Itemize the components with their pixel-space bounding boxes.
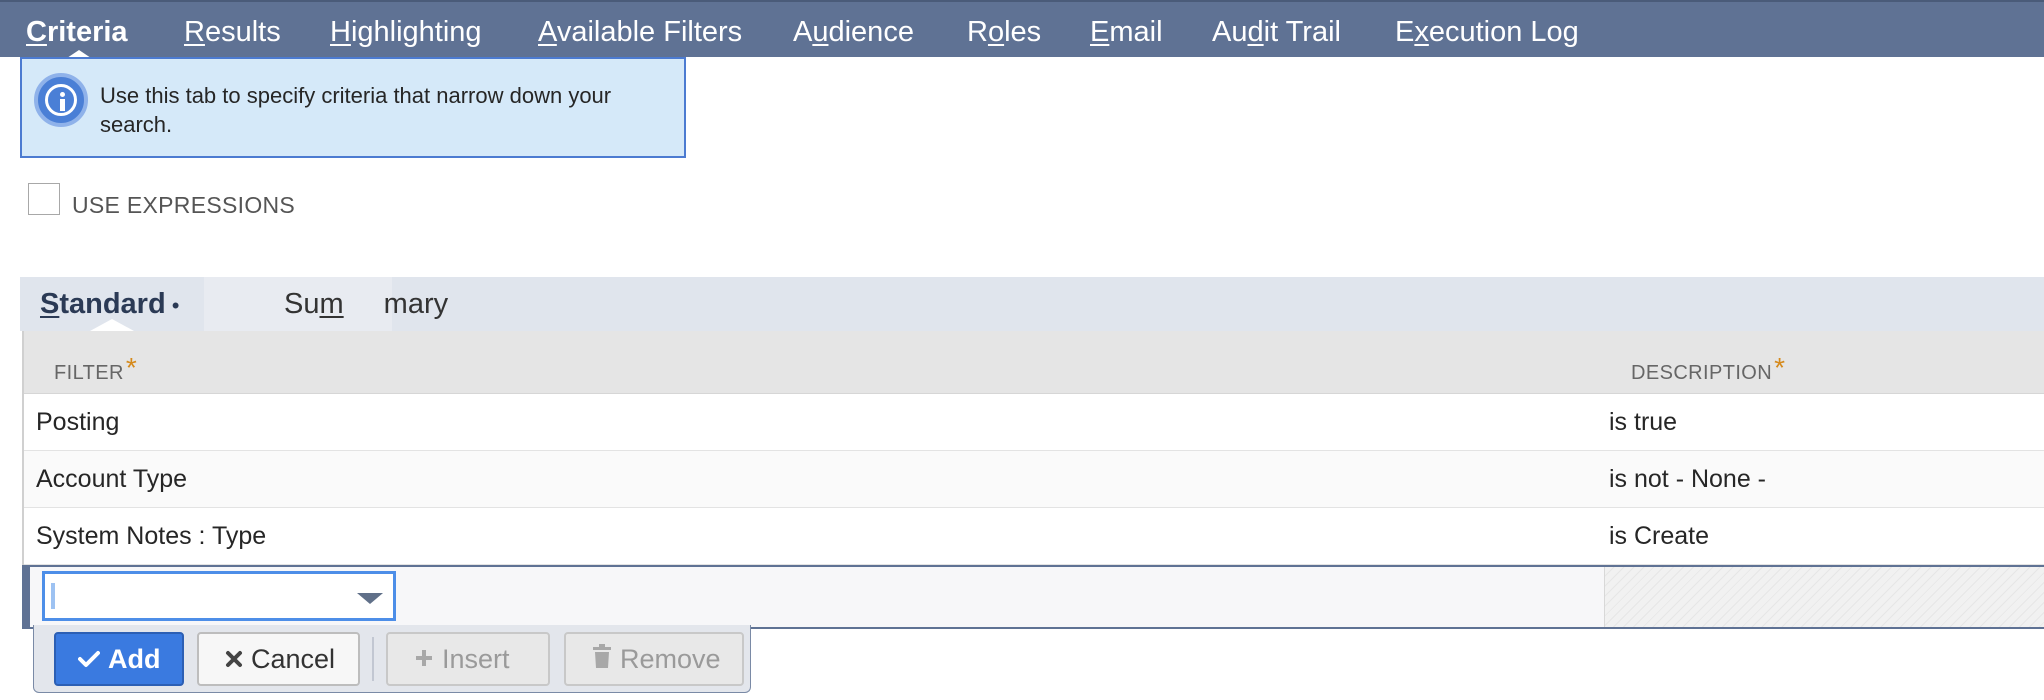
table-row[interactable]: Posting is true xyxy=(24,394,2044,451)
row-action-bar: Add Cancel Insert Remove xyxy=(33,625,751,693)
filter-cell: System Notes : Type xyxy=(36,522,267,550)
column-header-filter: FILTER* xyxy=(54,352,138,386)
active-subtab-caret xyxy=(90,319,134,331)
tab-highlighting[interactable]: Highlighting xyxy=(330,14,482,50)
description-cell: is true xyxy=(1609,408,1678,436)
criteria-subtabs: Standard • Sum mary xyxy=(20,277,2044,331)
add-button[interactable]: Add xyxy=(54,632,184,686)
tab-criteria[interactable]: Criteria xyxy=(26,14,128,50)
subtab-summary-label: mary xyxy=(383,288,449,320)
tab-execution-log-label: ecution Log xyxy=(1428,16,1579,48)
button-separator xyxy=(372,637,374,681)
text-cursor xyxy=(51,583,55,609)
subtab-summary-label-pre: Su xyxy=(284,288,320,320)
info-message-text: Use this tab to specify criteria that na… xyxy=(100,83,612,137)
tab-roles-accesskey: o xyxy=(987,16,1005,48)
tab-execution-log-label-pre: E xyxy=(1395,16,1415,48)
tab-roles[interactable]: Roles xyxy=(967,14,1041,50)
tab-audit-trail-label: it Trail xyxy=(1263,16,1341,48)
tab-email-accesskey: E xyxy=(1090,16,1110,48)
tab-audience-label-pre: A xyxy=(793,16,813,48)
column-header-filter-label: FILTER xyxy=(54,362,124,384)
tab-available-filters[interactable]: Available Filters xyxy=(538,14,742,50)
subtab-standard-label: tandard xyxy=(59,288,166,320)
column-header-description-label: DESCRIPTION xyxy=(1631,362,1773,384)
table-row[interactable]: Account Type is not - None - xyxy=(24,451,2044,508)
tab-execution-log[interactable]: Execution Log xyxy=(1395,14,1579,50)
subtab-summary[interactable]: Sum mary xyxy=(204,277,448,331)
info-icon-dot xyxy=(60,92,65,97)
use-expressions-checkbox[interactable] xyxy=(28,183,60,215)
filter-cell: Posting xyxy=(36,408,120,436)
subtab-standard-bullet: • xyxy=(171,293,180,318)
tab-results[interactable]: Results xyxy=(184,14,281,50)
description-cell: is not - None - xyxy=(1609,465,1767,493)
info-icon-glyph xyxy=(45,84,77,116)
insert-button-label: Insert xyxy=(442,644,510,674)
description-cell: is Create xyxy=(1609,522,1710,550)
required-marker: * xyxy=(1774,352,1786,383)
remove-button-label: Remove xyxy=(620,644,721,674)
table-row[interactable]: System Notes : Type is Create xyxy=(24,508,2044,565)
tab-audit-trail-accesskey: d xyxy=(1247,16,1264,48)
remove-button[interactable]: Remove xyxy=(564,632,744,686)
info-message: Use this tab to specify criteria that na… xyxy=(20,57,686,158)
tab-results-accesskey: R xyxy=(184,16,205,48)
info-icon-bar xyxy=(60,99,65,111)
cancel-button[interactable]: Cancel xyxy=(197,632,360,686)
add-button-label: Add xyxy=(108,644,161,674)
tab-audit-trail-label-pre: Au xyxy=(1212,16,1248,48)
tab-bar: Criteria Results Highlighting Available … xyxy=(0,0,2044,60)
tab-criteria-accesskey: C xyxy=(26,16,47,48)
info-icon xyxy=(34,73,88,127)
tab-roles-label: les xyxy=(1004,16,1042,48)
tab-email-label: mail xyxy=(1109,16,1163,48)
check-icon xyxy=(78,634,100,684)
edit-row xyxy=(22,565,2044,629)
tab-audit-trail[interactable]: Audit Trail xyxy=(1212,14,1341,50)
tab-roles-label-pre: R xyxy=(967,16,988,48)
tab-available-filters-label: vailable Filters xyxy=(556,16,743,48)
tab-audience[interactable]: Audience xyxy=(793,14,914,50)
tab-execution-log-accesskey: x xyxy=(1414,16,1429,48)
cancel-button-label: Cancel xyxy=(251,644,336,674)
column-header-description: DESCRIPTION* xyxy=(1631,352,1786,386)
subtab-summary-text: Sum mary xyxy=(244,288,448,320)
table-header: FILTER* DESCRIPTION* xyxy=(24,331,2044,394)
description-field-disabled xyxy=(1604,567,2044,627)
tab-email[interactable]: Email xyxy=(1090,14,1163,50)
filter-cell: Account Type xyxy=(36,465,188,493)
insert-button[interactable]: Insert xyxy=(386,632,550,686)
tab-highlighting-label: ighlighting xyxy=(350,16,482,48)
filter-dropdown[interactable] xyxy=(42,571,396,621)
subtab-summary-accesskey: m xyxy=(319,288,344,320)
dropdown-arrow-icon[interactable] xyxy=(357,593,383,604)
use-expressions-label[interactable]: USE EXPRESSIONS xyxy=(72,192,295,219)
tab-audience-label: dience xyxy=(828,16,914,48)
subtab-standard-accesskey: S xyxy=(40,288,60,320)
required-marker: * xyxy=(125,352,138,383)
tab-highlighting-accesskey: H xyxy=(330,16,351,48)
tab-criteria-label: riteria xyxy=(46,16,128,48)
trash-icon xyxy=(592,634,612,684)
tab-audience-accesskey: u xyxy=(812,16,829,48)
plus-icon xyxy=(414,634,434,684)
tab-available-filters-accesskey: A xyxy=(538,16,557,48)
criteria-table: FILTER* DESCRIPTION* Posting is true Acc… xyxy=(22,331,2044,629)
tab-results-label: esults xyxy=(204,16,281,48)
x-icon xyxy=(225,634,243,684)
